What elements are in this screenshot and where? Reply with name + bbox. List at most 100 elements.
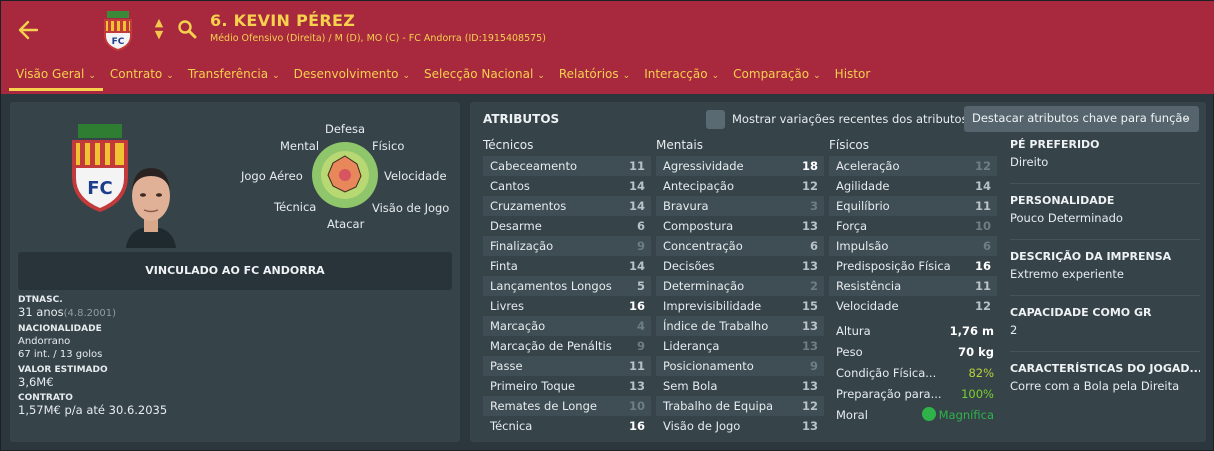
morale-row[interactable]: Moral Magnífica bbox=[830, 404, 1000, 425]
attribute-value: 14 bbox=[974, 179, 991, 193]
tab-comparacao[interactable]: Comparação ⌄ bbox=[726, 65, 828, 91]
technical-attribute-row[interactable]: Cantos 14 bbox=[483, 176, 651, 196]
attribute-value: 9 bbox=[809, 359, 818, 373]
mental-attribute-row[interactable]: Imprevisibilidade 15 bbox=[656, 296, 824, 316]
fitness-row: Preparação para... 100% bbox=[830, 383, 1000, 404]
attribute-value: 11 bbox=[628, 359, 645, 373]
highlight-role-dropdown[interactable]: Destacar atributos chave para função ⌄ bbox=[964, 106, 1199, 132]
mental-attribute-row[interactable]: Decisões 13 bbox=[656, 256, 824, 276]
physical-attribute-row[interactable]: Aceleração 12 bbox=[829, 156, 997, 176]
technical-attribute-row[interactable]: Técnica 16 bbox=[483, 416, 651, 436]
tab-interaccao[interactable]: Interacção ⌄ bbox=[637, 65, 726, 91]
physical-attribute-row[interactable]: Equilíbrio 11 bbox=[829, 196, 997, 216]
attribute-value: 14 bbox=[628, 259, 645, 273]
morale-label: Moral bbox=[836, 407, 868, 422]
weight-value: 70 kg bbox=[958, 344, 994, 359]
physical-attribute-row[interactable]: Impulsão 6 bbox=[829, 236, 997, 256]
attribute-value: 12 bbox=[801, 179, 818, 193]
radar-label-atacar: Atacar bbox=[327, 217, 365, 231]
preferred-foot-value: Direito bbox=[1010, 155, 1200, 184]
physical-details: Altura 1,76 m Peso 70 kg Condição Física..… bbox=[830, 320, 1000, 425]
attribute-name: Índice de Trabalho bbox=[663, 319, 769, 333]
value-amount: 3,6M€ bbox=[18, 375, 54, 389]
player-nav-arrows[interactable]: ▲ ▼ bbox=[153, 17, 165, 43]
attribute-value: 13 bbox=[801, 339, 818, 353]
attribute-name: Aceleração bbox=[836, 159, 900, 173]
radar-label-tecnica: Técnica bbox=[274, 200, 317, 214]
physical-attribute-row[interactable]: Predisposição Física 16 bbox=[829, 256, 997, 276]
technical-attribute-row[interactable]: Passe 11 bbox=[483, 356, 651, 376]
mental-attributes-list: Agressividade 18 Antecipação 12 Bravura 3 Comp… bbox=[656, 156, 824, 436]
attribute-value: 18 bbox=[801, 159, 818, 173]
mental-attribute-row[interactable]: Agressividade 18 bbox=[656, 156, 824, 176]
attribute-name: Equilíbrio bbox=[836, 199, 890, 213]
radar-label-jogo-aereo: Jogo Aéreo bbox=[241, 169, 303, 183]
attribute-name: Finta bbox=[490, 259, 518, 273]
mental-attribute-row[interactable]: Determinação 2 bbox=[656, 276, 824, 296]
show-changes-label[interactable]: Mostrar variações recentes dos atributos bbox=[732, 112, 968, 126]
mental-attribute-row[interactable]: Visão de Jogo 13 bbox=[656, 416, 824, 436]
technical-attribute-row[interactable]: Marcação de Penáltis 9 bbox=[483, 336, 651, 356]
attribute-name: Força bbox=[836, 219, 868, 233]
mental-attribute-row[interactable]: Liderança 13 bbox=[656, 336, 824, 356]
chevron-down-icon: ⌄ bbox=[813, 71, 821, 81]
radar-label-visao: Visão de Jogo bbox=[372, 201, 450, 215]
attribute-name: Determinação bbox=[663, 279, 745, 293]
technical-heading: Técnicos bbox=[483, 138, 534, 152]
mental-attribute-row[interactable]: Posicionamento 9 bbox=[656, 356, 824, 376]
attribute-name: Livres bbox=[490, 299, 524, 313]
nationality-label: NACIONALIDADE bbox=[18, 324, 102, 334]
physical-attribute-row[interactable]: Força 10 bbox=[829, 216, 997, 236]
tab-transferencia[interactable]: Transferência ⌄ bbox=[181, 65, 287, 91]
mental-attribute-row[interactable]: Trabalho de Equipa 12 bbox=[656, 396, 824, 416]
search-icon[interactable] bbox=[177, 19, 197, 39]
mental-attribute-row[interactable]: Concentração 6 bbox=[656, 236, 824, 256]
tab-visao-geral[interactable]: Visão Geral ⌄ bbox=[9, 65, 103, 91]
attribute-name: Agressividade bbox=[663, 159, 744, 173]
attribute-value: 6 bbox=[636, 219, 645, 233]
attribute-value: 11 bbox=[974, 279, 991, 293]
tab-historico[interactable]: Histor bbox=[828, 65, 878, 91]
attribute-name: Passe bbox=[490, 359, 523, 373]
weight-row: Peso 70 kg bbox=[830, 341, 1000, 362]
weight-label: Peso bbox=[836, 344, 863, 359]
fitness-value: 100% bbox=[961, 386, 994, 401]
mental-attribute-row[interactable]: Bravura 3 bbox=[656, 196, 824, 216]
technical-attribute-row[interactable]: Lançamentos Longos 5 bbox=[483, 276, 651, 296]
show-changes-checkbox[interactable] bbox=[706, 110, 725, 129]
back-arrow-icon[interactable] bbox=[17, 19, 39, 41]
attribute-value: 10 bbox=[974, 219, 991, 233]
technical-attribute-row[interactable]: Finta 14 bbox=[483, 256, 651, 276]
mental-attribute-row[interactable]: Antecipação 12 bbox=[656, 176, 824, 196]
attribute-value: 13 bbox=[801, 419, 818, 433]
nationality-value[interactable]: Andorrano bbox=[18, 335, 167, 348]
physical-attribute-row[interactable]: Resistência 11 bbox=[829, 276, 997, 296]
mental-attribute-row[interactable]: Compostura 13 bbox=[656, 216, 824, 236]
attribute-value: 6 bbox=[982, 239, 991, 253]
radar-label-defesa: Defesa bbox=[325, 122, 366, 136]
tab-relatorios[interactable]: Relatórios ⌄ bbox=[552, 65, 637, 91]
mental-attribute-row[interactable]: Sem Bola 13 bbox=[656, 376, 824, 396]
attribute-value: 16 bbox=[974, 259, 991, 273]
technical-attribute-row[interactable]: Cabeceamento 11 bbox=[483, 156, 651, 176]
contract-status-banner: VINCULADO AO FC ANDORRA bbox=[18, 252, 452, 290]
technical-attribute-row[interactable]: Finalização 9 bbox=[483, 236, 651, 256]
technical-attribute-row[interactable]: Remates de Longe 10 bbox=[483, 396, 651, 416]
tab-seleccao-nacional[interactable]: Selecção Nacional ⌄ bbox=[417, 65, 552, 91]
preferred-foot-label: PÉ PREFERIDO bbox=[1010, 138, 1100, 151]
attribute-name: Cruzamentos bbox=[490, 199, 567, 213]
technical-attribute-row[interactable]: Desarme 6 bbox=[483, 216, 651, 236]
tab-desenvolvimento[interactable]: Desenvolvimento ⌄ bbox=[287, 65, 417, 91]
attribute-radar-chart bbox=[312, 142, 378, 208]
physical-attribute-row[interactable]: Velocidade 12 bbox=[829, 296, 997, 316]
tab-contrato[interactable]: Contrato ⌄ bbox=[103, 65, 181, 91]
mental-attribute-row[interactable]: Índice de Trabalho 13 bbox=[656, 316, 824, 336]
technical-attribute-row[interactable]: Livres 16 bbox=[483, 296, 651, 316]
attribute-value: 5 bbox=[636, 279, 645, 293]
attribute-name: Antecipação bbox=[663, 179, 735, 193]
technical-attribute-row[interactable]: Marcação 4 bbox=[483, 316, 651, 336]
technical-attribute-row[interactable]: Cruzamentos 14 bbox=[483, 196, 651, 216]
technical-attribute-row[interactable]: Primeiro Toque 13 bbox=[483, 376, 651, 396]
physical-attribute-row[interactable]: Agilidade 14 bbox=[829, 176, 997, 196]
attribute-value: 13 bbox=[801, 219, 818, 233]
